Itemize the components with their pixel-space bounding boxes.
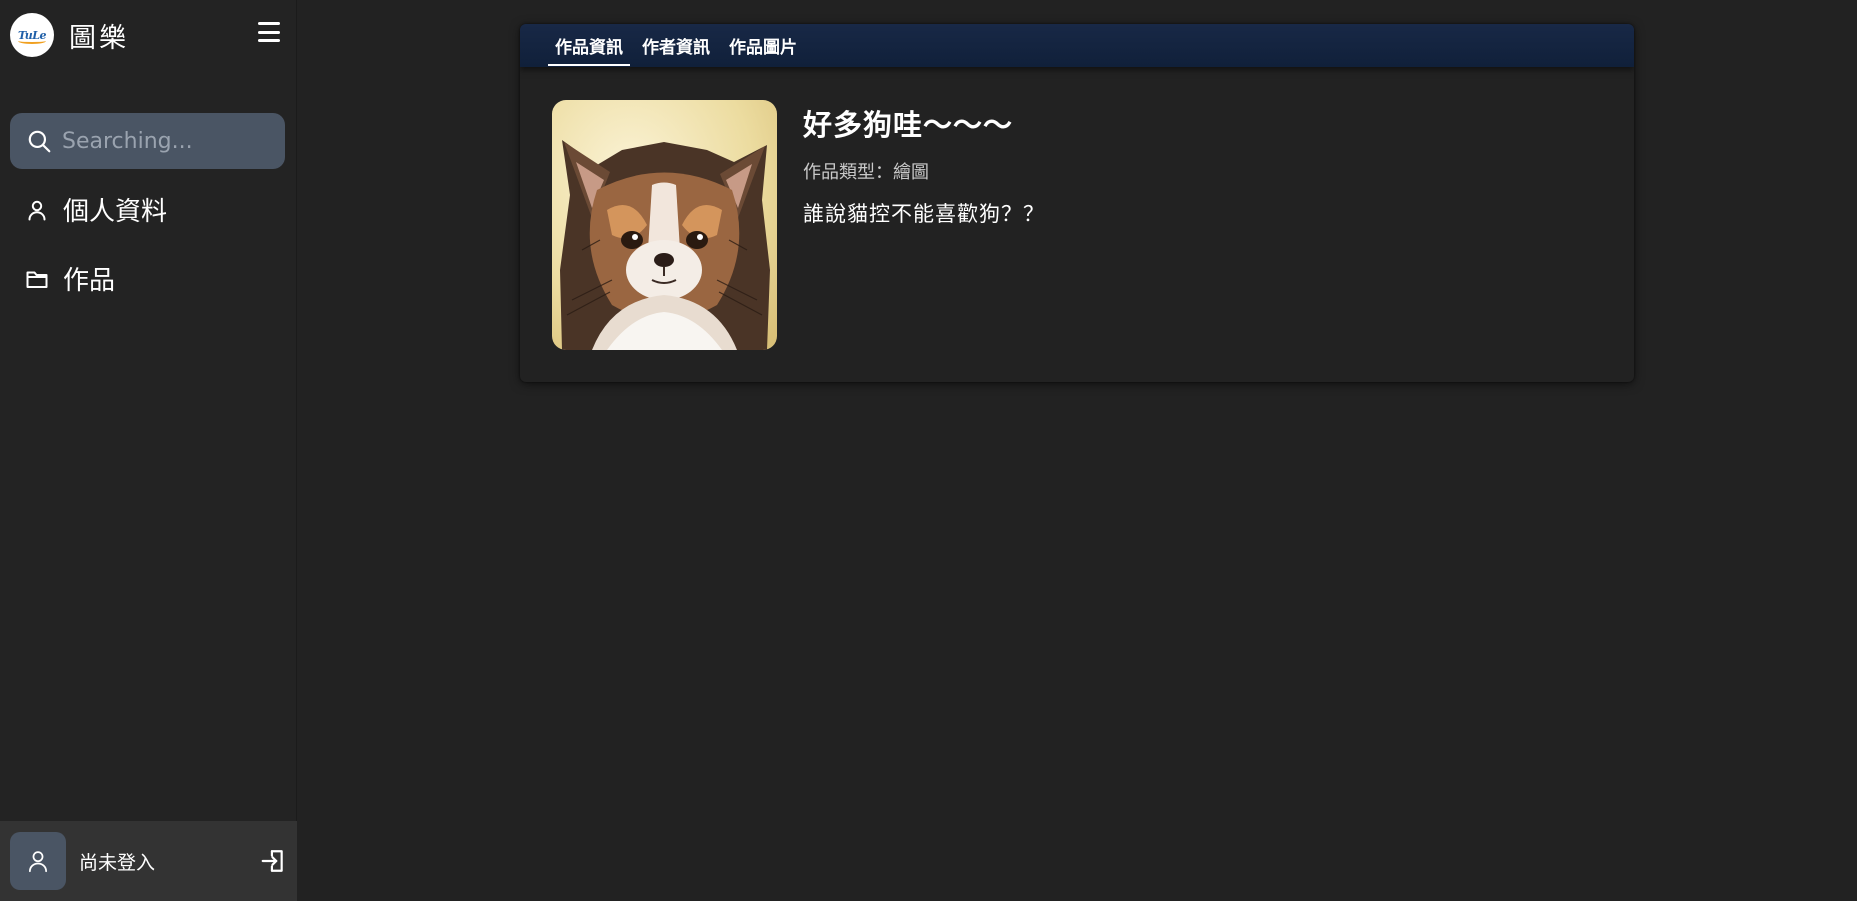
- user-icon: [25, 198, 49, 222]
- folder-icon: [25, 267, 49, 291]
- search-box: [10, 113, 285, 169]
- sidebar-item-label: 個人資料: [63, 197, 168, 227]
- user-bar: 尚未登入: [0, 821, 297, 901]
- work-title: 好多狗哇～～～: [803, 108, 1014, 142]
- tab-bar: 作品資訊 作者資訊 作品圖片: [520, 24, 1634, 67]
- avatar[interactable]: [10, 832, 66, 890]
- sidebar-item-profile[interactable]: 個人資料: [25, 191, 167, 228]
- logo-text: TuLe: [18, 28, 46, 42]
- search-icon: [26, 128, 52, 154]
- work-info: 好多狗哇～～～ 作品類型：繪圖 誰說貓控不能喜歡狗？？: [803, 102, 1045, 228]
- sidebar-item-works[interactable]: 作品: [25, 260, 115, 297]
- work-type-label: 作品類型：: [803, 162, 893, 183]
- work-type: 作品類型：繪圖: [803, 158, 1045, 184]
- work-type-value: 繪圖: [893, 162, 929, 183]
- sidebar: TuLe 圖樂 個人資料 作品: [0, 0, 297, 901]
- work-description: 誰說貓控不能喜歡狗？？: [803, 202, 1045, 226]
- work-detail-card: 作品資訊 作者資訊 作品圖片 好多狗哇～～～ 作品類型：繪圖 誰說貓控不能喜歡狗…: [520, 24, 1634, 382]
- app-logo: TuLe: [10, 13, 54, 57]
- tab-work-images[interactable]: 作品圖片: [722, 24, 804, 67]
- hamburger-menu-icon[interactable]: [258, 22, 282, 42]
- search-input[interactable]: [62, 128, 272, 154]
- artwork-image[interactable]: [552, 100, 777, 350]
- app-name: 圖樂: [69, 22, 129, 54]
- login-status: 尚未登入: [79, 851, 156, 874]
- tab-author-info[interactable]: 作者資訊: [635, 24, 717, 67]
- sidebar-item-label: 作品: [63, 266, 116, 296]
- tab-work-info[interactable]: 作品資訊: [548, 24, 630, 67]
- user-icon: [29, 851, 47, 873]
- brand[interactable]: TuLe 圖樂: [10, 13, 129, 57]
- login-icon[interactable]: [260, 848, 286, 874]
